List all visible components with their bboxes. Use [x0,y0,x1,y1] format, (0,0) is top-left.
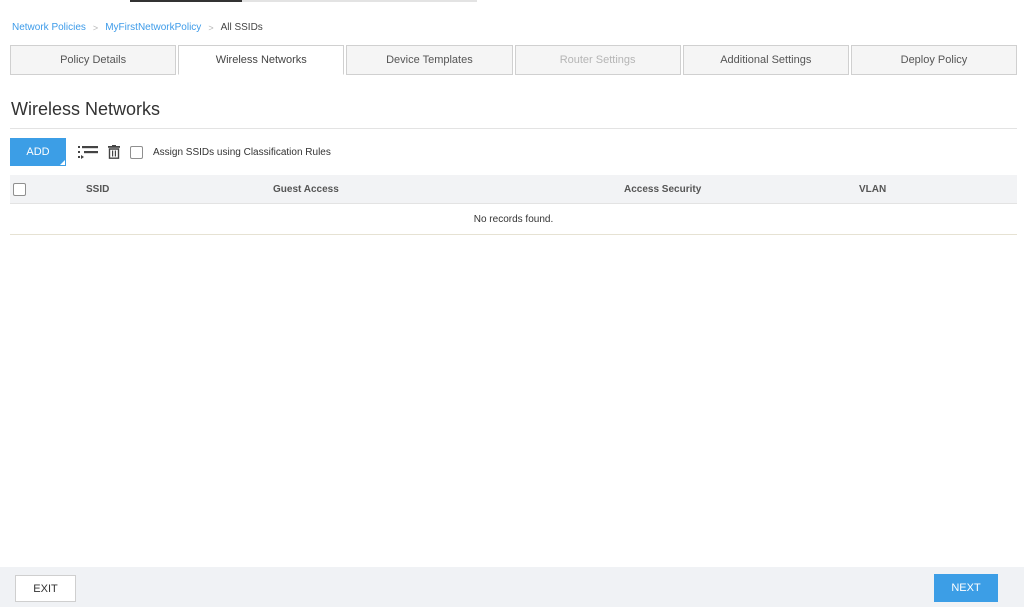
tab-deploy-policy[interactable]: Deploy Policy [850,45,1018,75]
dropdown-corner-icon [60,160,65,165]
empty-message: No records found. [10,204,1017,235]
divider [10,128,1017,129]
table-header: SSID Guest Access Access Security VLAN [10,175,1017,204]
assign-ssids-label: Assign SSIDs using Classification Rules [153,146,331,158]
tab-policy-details[interactable]: Policy Details [10,45,177,75]
toolbar: ADD Assign SSIDs using Classification Ru… [10,138,331,166]
tab-device-templates[interactable]: Device Templates [346,45,513,75]
ssid-table: SSID Guest Access Access Security VLAN N… [10,175,1017,235]
select-all-checkbox[interactable] [13,183,26,196]
breadcrumb-separator: > [208,22,214,33]
breadcrumb-current: All SSIDs [220,22,263,33]
column-header-access-security[interactable]: Access Security [624,175,701,204]
breadcrumb-separator: > [92,22,99,33]
next-button[interactable]: NEXT [934,574,998,602]
tab-router-settings: Router Settings [514,45,681,75]
column-header-vlan[interactable]: VLAN [859,175,886,204]
breadcrumb-policy-name[interactable]: MyFirstNetworkPolicy [105,22,201,33]
breadcrumb: Network Policies > MyFirstNetworkPolicy … [12,22,263,33]
top-progress-bar [130,0,477,2]
column-header-guest-access[interactable]: Guest Access [273,175,339,204]
assign-ssids-checkbox[interactable] [130,145,143,159]
tab-additional-settings[interactable]: Additional Settings [682,45,849,75]
page-title: Wireless Networks [11,99,161,119]
add-button-label: ADD [26,146,50,158]
add-button[interactable]: ADD [10,138,66,166]
exit-button[interactable]: EXIT [15,575,76,602]
assign-ssids-option[interactable]: Assign SSIDs using Classification Rules [130,145,331,159]
top-progress-fill [130,0,242,2]
list-reorder-icon[interactable] [78,145,98,159]
column-header-ssid[interactable]: SSID [86,175,109,204]
tab-wireless-networks[interactable]: Wireless Networks [178,45,345,75]
footer-bar: EXIT NEXT [0,567,1024,607]
policy-tabs: Policy Details Wireless Networks Device … [10,45,1018,75]
breadcrumb-network-policies[interactable]: Network Policies [12,22,86,33]
trash-icon[interactable] [108,145,120,159]
